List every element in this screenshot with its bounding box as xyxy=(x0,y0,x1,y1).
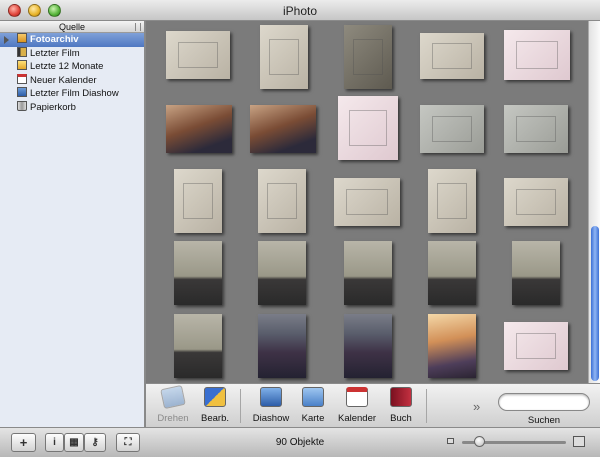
slideshow-label: Diashow xyxy=(252,413,290,424)
book-button[interactable]: Buch xyxy=(380,387,422,427)
large-photo-size-icon xyxy=(573,436,585,447)
keywords-button[interactable]: ⚷ xyxy=(84,433,106,452)
book-icon xyxy=(390,387,412,407)
source-item-diashow[interactable]: Letzter Film Diashow xyxy=(0,87,144,101)
photo-thumbnail[interactable] xyxy=(428,241,476,305)
slideshow-icon xyxy=(17,87,27,97)
rotate-button[interactable]: Drehen xyxy=(152,384,194,427)
source-sidebar: Quelle Fotoarchiv Letzter Film Letzte 12… xyxy=(0,21,145,427)
photo-thumbnail[interactable] xyxy=(344,241,392,305)
calendar-view-button[interactable]: ▦ xyxy=(64,433,84,452)
small-photo-size-icon xyxy=(447,438,454,444)
source-item-label: Letzter Film xyxy=(30,47,80,59)
thumbnail-size-slider-knob[interactable] xyxy=(474,436,485,447)
key-icon: ⚷ xyxy=(91,437,99,448)
photo-thumbnail[interactable] xyxy=(250,105,316,153)
photo-thumbnail[interactable] xyxy=(258,241,306,305)
film-roll-icon xyxy=(17,46,27,57)
photo-thumbnail[interactable] xyxy=(420,33,484,79)
info-button[interactable]: i xyxy=(45,433,64,452)
source-item-neuer-kalender[interactable]: Neuer Kalender xyxy=(0,73,144,88)
photo-thumbnail[interactable] xyxy=(260,25,308,89)
photo-thumbnail[interactable] xyxy=(420,105,484,153)
photo-thumbnail[interactable] xyxy=(174,314,222,378)
card-button[interactable]: Karte xyxy=(292,387,334,427)
calendar-button[interactable]: Kalender xyxy=(336,387,378,427)
window-titlebar: iPhoto xyxy=(0,0,600,21)
calendar-label: Kalender xyxy=(337,413,377,424)
disclosure-triangle-icon[interactable] xyxy=(4,36,9,44)
edit-icon xyxy=(204,387,226,407)
photo-thumbnail[interactable] xyxy=(344,25,392,89)
photo-thumbnail[interactable] xyxy=(166,105,232,153)
slideshow-button[interactable]: Diashow xyxy=(250,387,292,427)
photo-thumbnail[interactable] xyxy=(428,314,476,378)
source-item-label: Letzte 12 Monate xyxy=(30,61,104,72)
slideshow-icon xyxy=(260,387,282,407)
rotate-icon xyxy=(160,384,186,410)
photo-thumbnail[interactable] xyxy=(504,30,570,80)
calendar-grid-icon: ▦ xyxy=(69,437,79,448)
info-icon: i xyxy=(53,437,56,448)
edit-label: Bearb. xyxy=(201,413,229,424)
card-icon xyxy=(302,387,324,407)
calendar-icon xyxy=(17,73,27,84)
window-title: iPhoto xyxy=(282,4,318,18)
fullscreen-button[interactable]: ⛶ xyxy=(116,433,140,452)
photo-thumbnail[interactable] xyxy=(258,314,306,378)
source-item-fotoarchiv[interactable]: Fotoarchiv xyxy=(0,33,144,47)
rotate-label: Drehen xyxy=(157,413,189,424)
sidebar-resize-grip[interactable] xyxy=(135,23,141,31)
source-item-papierkorb[interactable]: Papierkorb xyxy=(0,100,144,115)
photo-thumbnail[interactable] xyxy=(338,96,398,160)
source-item-label: Neuer Kalender xyxy=(30,74,97,86)
search-label: Suchen xyxy=(527,415,561,426)
bottom-toolbar: Drehen Bearb. Diashow Karte Kalender Buc… xyxy=(146,383,600,427)
source-item-label: Fotoarchiv xyxy=(30,34,79,45)
source-item-label: Letzter Film Diashow xyxy=(30,88,119,99)
sidebar-header: Quelle xyxy=(0,21,144,33)
photo-thumbnail[interactable] xyxy=(504,178,568,226)
photo-grid xyxy=(146,21,588,383)
trash-icon xyxy=(17,100,27,111)
toolbar-separator xyxy=(426,389,427,423)
photo-library-icon xyxy=(17,33,27,43)
photo-thumbnail[interactable] xyxy=(512,241,560,305)
photo-thumbnail[interactable] xyxy=(174,169,222,233)
overflow-chevron-icon[interactable]: » xyxy=(473,399,480,414)
photo-thumbnail[interactable] xyxy=(504,105,568,153)
search-input[interactable] xyxy=(498,393,590,411)
calendar-months-icon xyxy=(17,60,27,70)
source-item-label: Papierkorb xyxy=(30,101,76,113)
toolbar-separator xyxy=(240,389,241,423)
card-label: Karte xyxy=(301,413,325,424)
source-item-letzte-12-monate[interactable]: Letzte 12 Monate xyxy=(0,60,144,74)
calendar-icon xyxy=(346,387,368,407)
fullscreen-icon: ⛶ xyxy=(124,437,132,448)
sidebar-header-label: Quelle xyxy=(58,22,85,32)
photo-thumbnail[interactable] xyxy=(174,241,222,305)
vertical-scrollbar[interactable] xyxy=(588,21,600,383)
photo-thumbnail[interactable] xyxy=(428,169,476,233)
scrollbar-thumb[interactable] xyxy=(591,226,599,381)
photo-thumbnail[interactable] xyxy=(344,314,392,378)
edit-button[interactable]: Bearb. xyxy=(194,387,236,427)
photo-thumbnail[interactable] xyxy=(166,31,230,79)
photo-count: 90 Objekte xyxy=(275,437,325,448)
photo-thumbnail[interactable] xyxy=(258,169,306,233)
photo-thumbnail[interactable] xyxy=(504,322,568,370)
add-album-button[interactable]: + xyxy=(11,433,36,452)
status-bar: + i ▦ ⚷ ⛶ 90 Objekte xyxy=(0,427,600,457)
book-label: Buch xyxy=(390,413,412,424)
source-item-letzter-film[interactable]: Letzter Film xyxy=(0,46,144,61)
photo-thumbnail[interactable] xyxy=(334,178,400,226)
